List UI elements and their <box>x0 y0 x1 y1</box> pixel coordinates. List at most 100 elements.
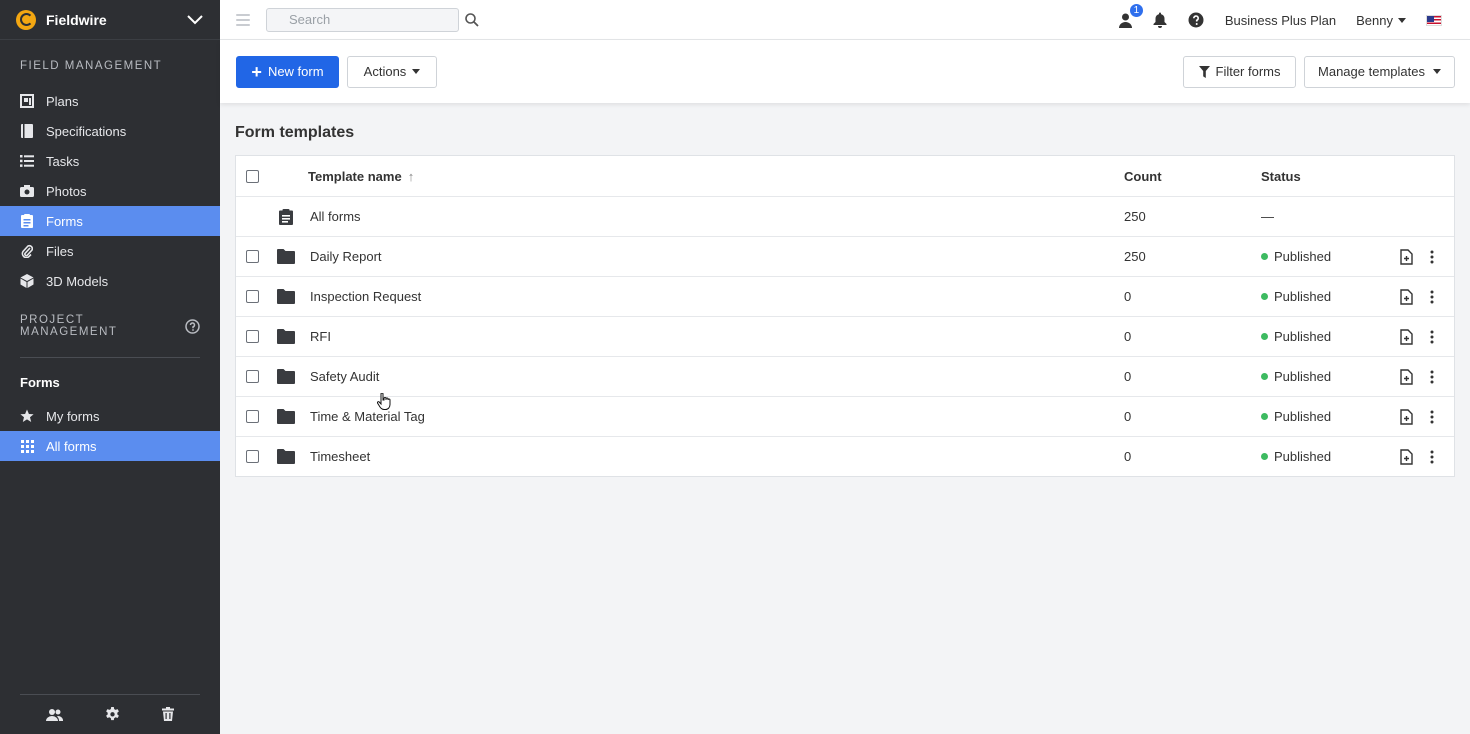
status-dot <box>1261 373 1268 380</box>
status-badge: Published <box>1261 369 1331 384</box>
sidebar-item-label: Photos <box>46 183 87 199</box>
new-form-label: New form <box>267 64 324 79</box>
folder-icon <box>276 447 296 467</box>
status-label: Published <box>1274 329 1332 344</box>
brand-name: Fieldwire <box>46 11 107 28</box>
row-name[interactable]: Time & Material Tag <box>310 409 425 424</box>
status-label: Published <box>1274 449 1332 464</box>
row-name[interactable]: Daily Report <box>310 249 382 264</box>
search-icon[interactable] <box>465 12 479 27</box>
manage-templates-button[interactable]: Manage templates <box>1304 55 1455 88</box>
help-circle-icon[interactable] <box>185 318 200 334</box>
row-name[interactable]: Inspection Request <box>310 289 421 304</box>
user-notifications-button[interactable]: 1 <box>1115 3 1144 31</box>
sidebar-item-photos[interactable]: Photos <box>0 176 220 206</box>
top-bar: 1 Business Plus Plan Benny <box>220 0 1470 40</box>
row-count: 0 <box>1124 329 1132 344</box>
actions-button[interactable]: Actions <box>347 55 437 88</box>
select-all-checkbox[interactable] <box>246 169 259 183</box>
table-row[interactable]: Inspection Request 0 Published <box>236 276 1454 316</box>
new-file-icon[interactable] <box>1396 327 1416 347</box>
sidebar-item-all-forms[interactable]: All forms <box>0 431 220 461</box>
status-dot <box>1261 413 1268 420</box>
more-vertical-icon[interactable] <box>1422 287 1442 307</box>
more-vertical-icon[interactable] <box>1422 447 1442 467</box>
more-vertical-icon[interactable] <box>1422 327 1442 347</box>
status-dot <box>1261 333 1268 340</box>
forms-section-title: Forms <box>20 374 60 390</box>
new-file-icon[interactable] <box>1396 247 1416 267</box>
row-name[interactable]: Timesheet <box>310 449 370 464</box>
project-management-header[interactable]: PROJECT MANAGEMENT <box>0 314 220 338</box>
plans-icon <box>20 94 34 108</box>
row-count: 0 <box>1124 449 1132 464</box>
fieldwire-logo-icon <box>16 9 36 30</box>
new-file-icon[interactable] <box>1396 287 1416 307</box>
user-menu[interactable]: Benny <box>1356 13 1406 28</box>
new-file-icon[interactable] <box>1396 447 1416 467</box>
field-management-label: FIELD MANAGEMENT <box>20 60 163 72</box>
people-icon[interactable] <box>46 708 63 721</box>
plus-icon: + <box>251 61 262 82</box>
sidebar-item-forms[interactable]: Forms <box>0 206 220 236</box>
folder-icon <box>276 287 296 307</box>
search-input[interactable] <box>289 12 465 27</box>
row-checkbox[interactable] <box>246 250 259 263</box>
status-badge: Published <box>1261 329 1331 344</box>
search-box[interactable] <box>266 7 479 32</box>
more-vertical-icon[interactable] <box>1422 367 1442 387</box>
plan-label[interactable]: Business Plus Plan <box>1225 13 1336 28</box>
sidebar-item-label: All forms <box>46 438 97 454</box>
project-switcher[interactable]: Fieldwire <box>0 0 220 40</box>
count-header[interactable]: Count <box>1124 169 1162 184</box>
status-badge: Published <box>1261 289 1331 304</box>
table-row[interactable]: RFI 0 Published <box>236 316 1454 356</box>
sidebar-item-3d-models[interactable]: 3D Models <box>0 266 220 296</box>
sidebar-item-my-forms[interactable]: My forms <box>0 401 220 431</box>
row-checkbox[interactable] <box>246 290 259 303</box>
user-name: Benny <box>1356 12 1393 28</box>
column-label: Template name <box>308 168 402 184</box>
row-checkbox[interactable] <box>246 410 259 423</box>
row-count: 0 <box>1124 289 1132 304</box>
chevron-down-icon[interactable] <box>184 9 206 31</box>
main-content: Form templates Template name ↑ Count Stat… <box>220 103 1470 734</box>
more-vertical-icon[interactable] <box>1422 247 1442 267</box>
row-count: 0 <box>1124 369 1132 384</box>
more-vertical-icon[interactable] <box>1422 407 1442 427</box>
sidebar-item-files[interactable]: Files <box>0 236 220 266</box>
status-dot <box>1261 253 1268 260</box>
table-row[interactable]: Safety Audit 0 Published <box>236 356 1454 396</box>
sidebar-item-label: 3D Models <box>46 273 109 289</box>
sidebar-item-tasks[interactable]: Tasks <box>0 146 220 176</box>
row-checkbox[interactable] <box>246 330 259 343</box>
filter-forms-button[interactable]: Filter forms <box>1183 55 1296 88</box>
sidebar-item-specifications[interactable]: Specifications <box>0 116 220 146</box>
new-file-icon[interactable] <box>1396 367 1416 387</box>
table-row[interactable]: Timesheet 0 Published <box>236 436 1454 476</box>
tasks-icon <box>20 154 34 168</box>
row-name[interactable]: All forms <box>310 209 361 224</box>
menu-icon[interactable] <box>236 13 250 26</box>
row-checkbox[interactable] <box>246 370 259 383</box>
template-name-header[interactable]: Template name ↑ <box>308 169 414 184</box>
new-file-icon[interactable] <box>1396 407 1416 427</box>
trash-icon[interactable] <box>162 707 174 721</box>
new-form-button[interactable]: + New form <box>236 55 339 88</box>
paperclip-icon <box>20 244 34 258</box>
row-name[interactable]: Safety Audit <box>310 369 379 384</box>
table-header: Template name ↑ Count Status <box>236 156 1454 196</box>
row-checkbox[interactable] <box>246 450 259 463</box>
table-row-all-forms[interactable]: All forms 250 — <box>236 196 1454 236</box>
us-flag-icon[interactable] <box>1426 14 1442 26</box>
project-management-label: PROJECT MANAGEMENT <box>20 314 118 338</box>
help-icon[interactable] <box>1185 9 1207 31</box>
sidebar-item-plans[interactable]: Plans <box>0 86 220 116</box>
gear-icon[interactable] <box>105 706 120 722</box>
bell-icon[interactable] <box>1149 9 1171 31</box>
table-row[interactable]: Daily Report 250 Published <box>236 236 1454 276</box>
forms-icon <box>20 214 34 228</box>
status-header[interactable]: Status <box>1261 169 1301 184</box>
row-name[interactable]: RFI <box>310 329 331 344</box>
table-row[interactable]: Time & Material Tag 0 Published <box>236 396 1454 436</box>
